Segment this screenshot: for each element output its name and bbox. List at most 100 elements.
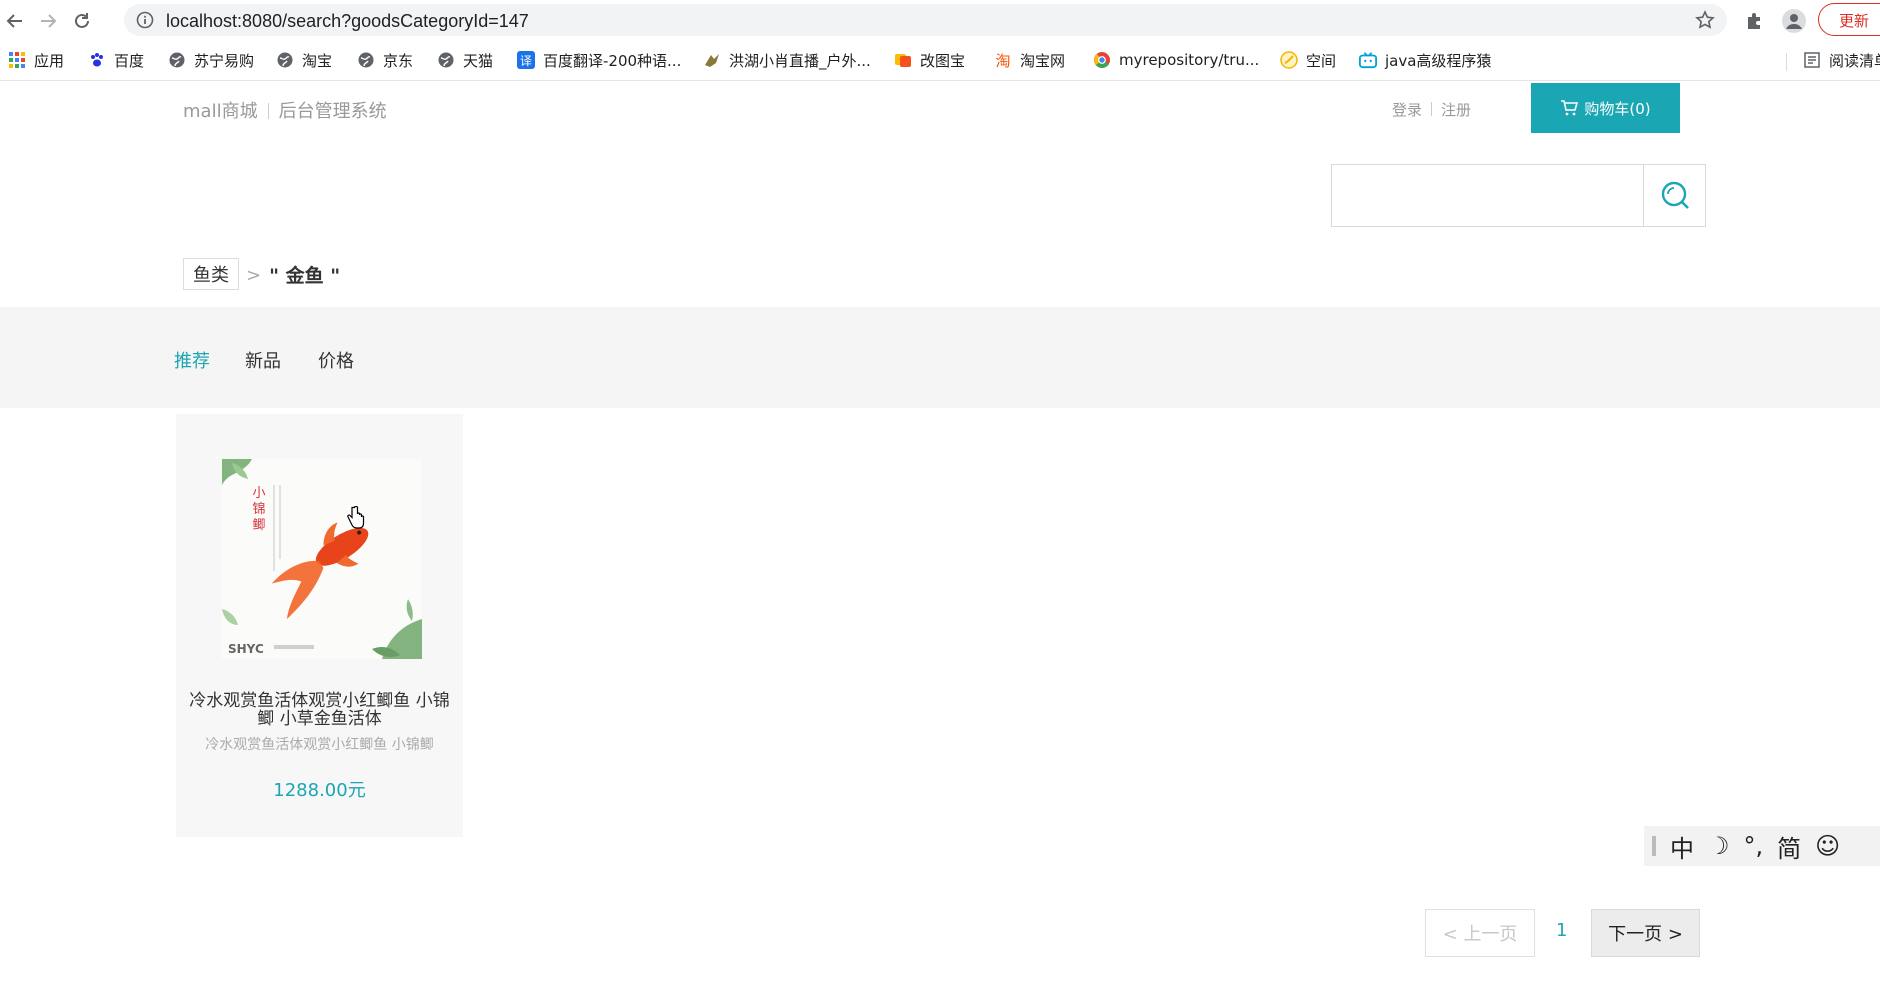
svg-text:译: 译 bbox=[520, 54, 532, 68]
bookmark-label: 空间 bbox=[1306, 51, 1337, 70]
sort-price[interactable]: 价格 bbox=[318, 347, 354, 373]
info-icon[interactable] bbox=[136, 11, 154, 33]
bookmarks-bar: 应用 百度 苏宁易购 淘宝 京东 天猫 译 百度翻译-200种语... 洪湖小肖… bbox=[0, 41, 1880, 81]
taobao-icon: 淘 bbox=[994, 51, 1012, 69]
reading-list[interactable]: 阅读清单 bbox=[1803, 49, 1880, 71]
admin-link[interactable]: 后台管理系统 bbox=[279, 101, 387, 122]
ime-moon-icon[interactable]: ☽ bbox=[1708, 832, 1730, 860]
bookmark-label: 改图宝 bbox=[920, 51, 966, 70]
bookmark-label: 苏宁易购 bbox=[194, 51, 255, 70]
bird-icon bbox=[703, 51, 721, 69]
bookmark-label: 应用 bbox=[34, 51, 65, 70]
site-brand: mall商城 后台管理系统 bbox=[183, 97, 387, 123]
product-image[interactable]: 小 锦 鲫 SHYC bbox=[222, 459, 422, 659]
ime-emoji-icon[interactable]: ☺ bbox=[1815, 832, 1840, 860]
search-icon bbox=[1661, 181, 1689, 209]
product-subtitle: 冷水观赏鱼活体观赏小红鲫鱼 小锦鲫 bbox=[205, 737, 434, 753]
translate-icon: 译 bbox=[517, 51, 535, 69]
bookmark-label: 淘宝 bbox=[302, 51, 333, 70]
profile-icon[interactable] bbox=[1780, 7, 1808, 35]
account-links: 登录 注册 bbox=[1392, 99, 1471, 120]
divider bbox=[267, 103, 269, 119]
mall-home-link[interactable]: mall商城 bbox=[183, 101, 258, 122]
star-icon[interactable] bbox=[1695, 10, 1715, 34]
bookmark-label: myrepository/tru... bbox=[1119, 51, 1260, 69]
sort-recommend[interactable]: 推荐 bbox=[174, 347, 210, 373]
image-caption: 小 锦 鲫 bbox=[252, 486, 265, 533]
bookmark-taobao-web[interactable]: 淘 淘宝网 bbox=[994, 49, 1065, 71]
bookmark-baidu[interactable]: 百度 bbox=[88, 49, 144, 71]
svg-text:小: 小 bbox=[252, 486, 265, 501]
product-card[interactable]: 小 锦 鲫 SHYC 冷水观赏鱼活体观赏小红鲫鱼 小锦鲫 小草金鱼活体 冷水观赏… bbox=[176, 414, 463, 837]
bookmark-label: 京东 bbox=[383, 51, 414, 70]
register-link[interactable]: 注册 bbox=[1441, 101, 1471, 119]
product-price: 1288.00元 bbox=[273, 780, 366, 801]
svg-text:淘: 淘 bbox=[995, 52, 1010, 69]
search-box bbox=[1331, 164, 1706, 227]
bookmark-suning[interactable]: 苏宁易购 bbox=[168, 49, 254, 71]
address-bar[interactable]: localhost:8080/search?goodsCategoryId=14… bbox=[124, 4, 1727, 36]
product-title[interactable]: 冷水观赏鱼活体观赏小红鲫鱼 小锦鲫 小草金鱼活体 bbox=[184, 692, 455, 728]
qzone-icon bbox=[1280, 51, 1298, 69]
sort-new[interactable]: 新品 bbox=[245, 347, 281, 373]
search-button[interactable] bbox=[1643, 165, 1705, 226]
ime-toolbar: 中 ☽ °, 简 ☺ bbox=[1644, 826, 1880, 866]
image-brand: SHYC bbox=[228, 642, 264, 656]
bookmark-label: 百度 bbox=[114, 51, 145, 70]
bookmark-qzone[interactable]: 空间 bbox=[1280, 49, 1336, 71]
url-text[interactable]: localhost:8080/search?goodsCategoryId=14… bbox=[166, 11, 529, 32]
image-edit-icon bbox=[894, 51, 912, 69]
reload-icon bbox=[75, 13, 89, 28]
svg-text:锦: 锦 bbox=[252, 502, 265, 517]
divider bbox=[1431, 102, 1433, 116]
breadcrumb-category[interactable]: 鱼类 bbox=[183, 258, 239, 290]
arrow-right-icon bbox=[41, 14, 57, 28]
svg-text:鲫: 鲫 bbox=[252, 518, 265, 533]
ime-chinese-toggle[interactable]: 中 bbox=[1670, 829, 1694, 864]
bookmark-label: 洪湖小肖直播_户外... bbox=[729, 51, 871, 70]
back-button[interactable] bbox=[2, 8, 28, 34]
reload-button[interactable] bbox=[69, 8, 95, 34]
bookmark-myrepository[interactable]: myrepository/tru... bbox=[1093, 49, 1259, 71]
prev-page-button[interactable]: < 上一页 bbox=[1425, 909, 1535, 957]
reading-list-label: 阅读清单 bbox=[1829, 51, 1880, 70]
search-input[interactable] bbox=[1332, 165, 1643, 226]
bookmarks-divider bbox=[1786, 53, 1787, 71]
reading-list-icon bbox=[1803, 51, 1821, 69]
breadcrumb-arrow: > bbox=[246, 264, 262, 286]
bookmark-apps[interactable]: 应用 bbox=[8, 49, 64, 71]
puzzle-icon[interactable] bbox=[1740, 7, 1768, 35]
bookmark-label: 淘宝网 bbox=[1020, 51, 1066, 70]
globe-icon bbox=[437, 51, 455, 69]
page-number[interactable]: 1 bbox=[1556, 920, 1567, 941]
bookmark-gaitubao[interactable]: 改图宝 bbox=[894, 49, 965, 71]
chrome-icon bbox=[1093, 51, 1111, 69]
next-page-button[interactable]: 下一页 > bbox=[1591, 909, 1700, 957]
bookmark-java-programmer[interactable]: java高级程序猿 bbox=[1359, 49, 1491, 71]
update-button[interactable]: 更新 bbox=[1818, 3, 1880, 36]
apps-grid-icon bbox=[8, 51, 26, 69]
ime-simplified-toggle[interactable]: 简 bbox=[1777, 829, 1801, 864]
bookmark-label: java高级程序猿 bbox=[1385, 51, 1492, 70]
globe-icon bbox=[276, 51, 294, 69]
cart-button[interactable]: 购物车(0) bbox=[1531, 83, 1680, 133]
forward-button[interactable] bbox=[35, 8, 61, 34]
bilibili-icon bbox=[1359, 51, 1377, 69]
breadcrumb-keyword: " 金鱼 " bbox=[269, 264, 341, 287]
bookmark-baidu-translate[interactable]: 译 百度翻译-200种语... bbox=[517, 49, 681, 71]
cart-icon bbox=[1560, 100, 1579, 116]
globe-icon bbox=[168, 51, 186, 69]
breadcrumb: 鱼类 > " 金鱼 " bbox=[183, 258, 340, 290]
ime-grip[interactable] bbox=[1652, 836, 1656, 856]
cart-label: 购物车(0) bbox=[1584, 99, 1651, 118]
sort-bar: 推荐 新品 价格 bbox=[0, 307, 1880, 408]
bookmark-tmall[interactable]: 天猫 bbox=[437, 49, 493, 71]
bookmark-taobao[interactable]: 淘宝 bbox=[276, 49, 332, 71]
browser-toolbar: localhost:8080/search?goodsCategoryId=14… bbox=[0, 0, 1880, 41]
hand-cursor-icon bbox=[347, 506, 365, 529]
bookmark-jd[interactable]: 京东 bbox=[357, 49, 413, 71]
bookmark-label: 天猫 bbox=[463, 51, 494, 70]
bookmark-honghu-live[interactable]: 洪湖小肖直播_户外... bbox=[703, 49, 871, 71]
ime-punctuation-toggle[interactable]: °, bbox=[1744, 832, 1764, 860]
login-link[interactable]: 登录 bbox=[1392, 101, 1422, 119]
